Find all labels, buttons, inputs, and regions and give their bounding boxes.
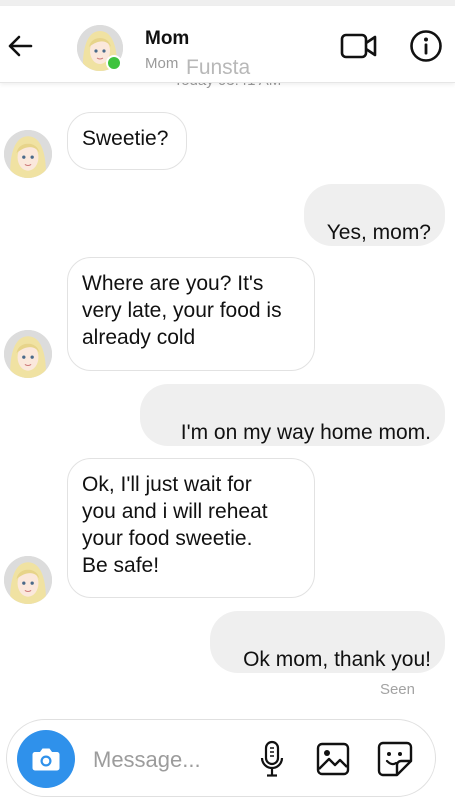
gallery-icon[interactable] [316, 742, 350, 776]
outgoing-message[interactable]: I'm on my way home mom. [140, 384, 445, 446]
camera-button[interactable] [17, 730, 75, 788]
message-text-line: Sweetie? [82, 127, 169, 150]
message-text-line: Where are you? It's [82, 272, 264, 295]
outgoing-message[interactable]: Ok mom, thank you! [210, 611, 445, 673]
seen-indicator: Seen [379, 681, 415, 698]
sticker-icon[interactable] [377, 741, 413, 777]
contact-username: Mom [145, 55, 179, 72]
message-text-line: very late, your food is [82, 299, 282, 322]
message-text-line: I'm on my way home mom. [180, 421, 431, 444]
message-input[interactable] [91, 744, 255, 776]
sender-avatar[interactable] [4, 556, 52, 604]
message-composer [6, 719, 436, 797]
back-arrow-icon[interactable] [6, 32, 34, 60]
camera-icon [32, 748, 60, 771]
incoming-message[interactable]: Sweetie? [67, 112, 187, 170]
message-text-line: your food sweetie. [82, 527, 253, 550]
video-call-icon[interactable] [340, 32, 378, 60]
message-text-line: Be safe! [82, 554, 160, 577]
message-text-line: Yes, mom? [326, 221, 431, 244]
incoming-message[interactable]: Where are you? It's very late, your food … [67, 257, 315, 371]
online-status-dot [106, 55, 122, 71]
contact-name[interactable]: Mom [145, 28, 189, 50]
message-text-line: Ok, I'll just wait for [82, 473, 252, 496]
outgoing-message[interactable]: Yes, mom? [304, 184, 445, 246]
watermark: Funsta [186, 56, 251, 79]
sender-avatar[interactable] [4, 330, 52, 378]
incoming-message[interactable]: Ok, I'll just wait for you and i will reh… [67, 458, 315, 598]
sender-avatar[interactable] [4, 130, 52, 178]
message-text-line: you and i will reheat [82, 500, 268, 523]
microphone-icon[interactable] [259, 740, 285, 778]
message-text-line: already cold [82, 326, 196, 349]
info-icon[interactable] [409, 29, 443, 63]
message-text-line: Ok mom, thank you! [243, 648, 431, 671]
